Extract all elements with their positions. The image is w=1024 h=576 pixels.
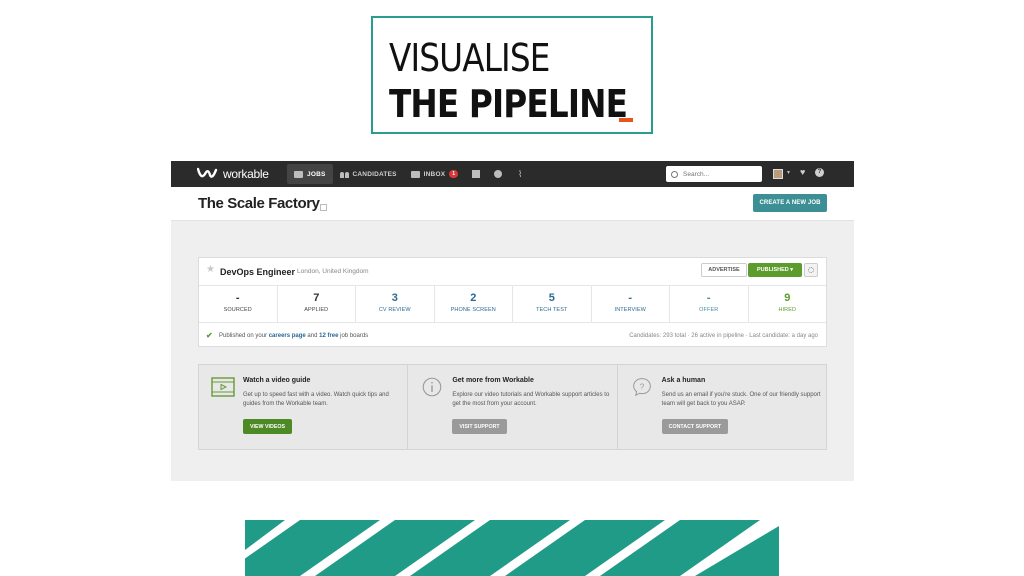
published-summary: Published on your careers page and 12 fr…	[219, 333, 368, 339]
stage-hired[interactable]: 9 HIRED	[749, 286, 827, 322]
stage-cv-review[interactable]: 3 CV REVIEW	[356, 286, 435, 322]
info-icon	[423, 377, 442, 397]
workable-logo[interactable]: workable	[197, 166, 269, 182]
stage-count: 5	[548, 292, 555, 304]
panel-description: Explore our video tutorials and Workable…	[452, 392, 610, 407]
stage-label: SOURCED	[223, 307, 252, 314]
nav-inbox-label: INBOX	[423, 170, 446, 178]
panel-title: Ask a human	[661, 377, 706, 384]
panel-description: Get up to speed fast with a video. Watch…	[243, 392, 389, 407]
workable-logo-text: workable	[223, 167, 269, 181]
stage-count: -	[628, 292, 633, 304]
slide-title-box: VISUALISE THE PIPELINE	[371, 16, 653, 134]
nav-activity[interactable]: ⌇	[509, 164, 531, 184]
contact-support-button[interactable]: CONTACT SUPPORT	[661, 419, 729, 434]
title-underscore-accent	[619, 118, 633, 122]
workable-app-screenshot: workable JOBS CANDIDATES INBOX 1 ⌇ Searc…	[171, 161, 854, 481]
inbox-unread-badge: 1	[449, 170, 459, 178]
main-nav: JOBS CANDIDATES INBOX 1 ⌇	[287, 164, 531, 184]
slide-title-line-1: VISUALISE	[389, 36, 550, 80]
help-panel-videos: Watch a video guide Get up to speed fast…	[199, 365, 409, 449]
published-suffix: job boards	[340, 333, 369, 339]
nav-candidates[interactable]: CANDIDATES	[333, 164, 404, 184]
stage-label: OFFER	[699, 307, 719, 314]
nav-jobs[interactable]: JOBS	[287, 164, 333, 184]
help-panel-support: Get more from Workable Explore our video…	[408, 365, 618, 449]
panel-title: Get more from Workable	[452, 377, 534, 384]
heart-icon[interactable]: ♥	[800, 167, 805, 177]
pipeline-stages: - SOURCED 7 APPLIED 3 CV REVIEW 2 PHONE …	[199, 285, 826, 323]
chat-bubble-icon: ?	[632, 378, 651, 397]
external-link-icon[interactable]	[320, 204, 327, 211]
people-icon	[339, 171, 349, 178]
advertise-button[interactable]: ADVERTISE	[701, 263, 747, 277]
nav-inbox[interactable]: INBOX 1	[404, 164, 466, 184]
video-icon	[211, 377, 235, 397]
stage-label: TECH TEST	[536, 307, 568, 314]
stage-count: -	[235, 292, 240, 304]
visit-support-button[interactable]: VISIT SUPPORT	[452, 419, 507, 434]
stage-phone-screen[interactable]: 2 PHONE SCREEN	[435, 286, 513, 322]
panel-title: Watch a video guide	[243, 377, 311, 384]
published-and: and	[307, 333, 318, 339]
decorative-stripes	[245, 520, 779, 576]
checkmark-icon: ✔	[206, 331, 213, 340]
stage-count: 7	[313, 292, 320, 304]
nav-reports[interactable]	[487, 164, 509, 184]
pie-chart-icon	[494, 170, 503, 178]
stage-interview[interactable]: - INTERVIEW	[592, 286, 670, 322]
search-box[interactable]	[666, 166, 762, 182]
job-card: ★ DevOps Engineer London, United Kingdom…	[198, 257, 827, 347]
svg-text:?: ?	[639, 382, 644, 392]
help-panel-contact: ? Ask a human Send us an email if you're…	[618, 365, 826, 449]
candidate-stats: Candidates: 293 total · 26 active in pip…	[629, 333, 818, 339]
stage-count: 3	[391, 292, 398, 304]
job-title-link[interactable]: DevOps Engineer	[220, 267, 295, 277]
published-status-dropdown[interactable]: PUBLISHED ▾	[748, 263, 802, 277]
stage-count: -	[706, 292, 711, 304]
create-new-job-button[interactable]: CREATE A NEW JOB	[753, 194, 827, 212]
stage-count: 9	[784, 292, 791, 304]
stage-label: PHONE SCREEN	[450, 307, 496, 314]
help-panels: Watch a video guide Get up to speed fast…	[198, 364, 827, 450]
job-settings-button[interactable]	[804, 263, 818, 277]
search-icon	[671, 170, 678, 178]
gear-icon	[808, 267, 814, 273]
top-navigation-bar: workable JOBS CANDIDATES INBOX 1 ⌇ Searc…	[171, 161, 854, 187]
stage-sourced[interactable]: - SOURCED	[199, 286, 278, 322]
calendar-icon	[472, 170, 481, 178]
briefcase-icon	[294, 170, 303, 178]
stage-label: APPLIED	[304, 307, 329, 314]
envelope-icon	[410, 170, 420, 178]
job-location: London, United Kingdom	[297, 268, 369, 275]
workable-logo-icon	[197, 167, 218, 178]
company-name: The Scale Factory	[198, 195, 320, 212]
published-prefix: Published on your	[219, 333, 268, 339]
stage-label: INTERVIEW	[614, 307, 646, 314]
star-icon[interactable]: ★	[206, 265, 215, 275]
panel-description: Send us an email if you're stuck. One of…	[661, 392, 821, 407]
help-icon[interactable]: ?	[815, 168, 824, 177]
nav-calendar[interactable]	[465, 164, 487, 184]
user-menu-caret-icon[interactable]: ▾	[787, 169, 790, 176]
slide-title-line-2: THE PIPELINE	[389, 82, 628, 126]
stage-label: CV REVIEW	[378, 307, 411, 314]
stage-offer[interactable]: - OFFER	[670, 286, 749, 322]
user-avatar[interactable]	[773, 169, 783, 179]
careers-page-link[interactable]: careers page	[269, 333, 306, 339]
page-header: The Scale Factory CREATE A NEW JOB	[171, 187, 854, 221]
view-videos-button[interactable]: VIEW VIDEOS	[243, 419, 293, 434]
activity-icon: ⌇	[518, 168, 523, 179]
stage-label: HIRED	[778, 307, 797, 314]
stage-tech-test[interactable]: 5 TECH TEST	[513, 286, 592, 322]
nav-jobs-label: JOBS	[307, 170, 326, 178]
stage-applied[interactable]: 7 APPLIED	[278, 286, 356, 322]
stage-count: 2	[470, 292, 477, 304]
free-job-boards-link[interactable]: 12 free	[319, 333, 338, 339]
search-input[interactable]	[683, 170, 753, 178]
nav-candidates-label: CANDIDATES	[352, 170, 397, 178]
